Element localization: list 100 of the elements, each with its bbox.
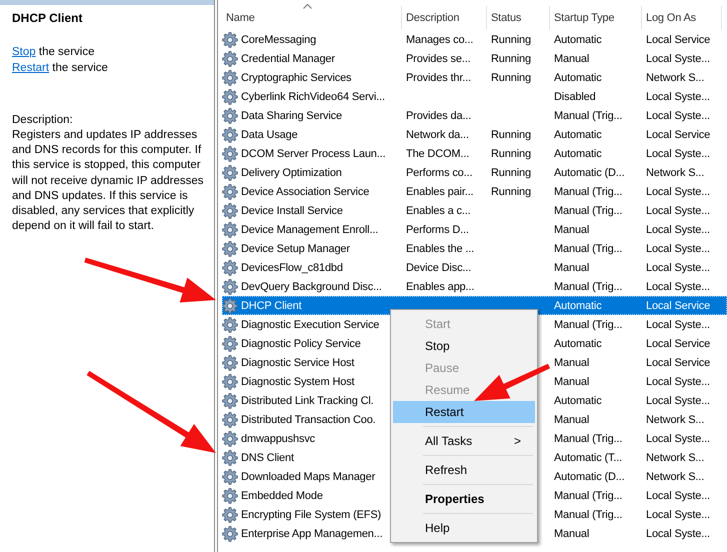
log-on-as: Network S... xyxy=(646,166,704,178)
service-name[interactable]: Device Association Service xyxy=(241,186,370,198)
log-on-as: Local Service xyxy=(646,356,710,368)
startup-type: Manual xyxy=(554,376,590,388)
gear-icon xyxy=(222,146,238,162)
gear-icon xyxy=(222,70,238,86)
gear-icon xyxy=(222,126,238,142)
service-status: Running xyxy=(491,148,531,160)
service-name[interactable]: Device Setup Manager xyxy=(241,242,350,254)
log-on-as: Local Syste... xyxy=(646,242,710,254)
log-on-as: Local Service xyxy=(646,338,710,350)
gear-icon xyxy=(222,392,238,408)
log-on-as: Network S... xyxy=(646,470,704,482)
service-description: Performs co... xyxy=(406,166,472,178)
service-name[interactable]: Embedded Mode xyxy=(241,490,323,502)
service-name[interactable]: Encrypting File System (EFS) xyxy=(241,508,382,520)
column-header[interactable]: Status xyxy=(487,6,550,30)
startup-type: Manual xyxy=(554,414,590,426)
gear-icon xyxy=(222,50,238,66)
startup-type: Manual xyxy=(554,262,590,274)
service-name[interactable]: Device Management Enroll... xyxy=(241,224,378,236)
restart-link[interactable]: Restart xyxy=(12,62,50,74)
service-name[interactable]: Cyberlink RichVideo64 Servi... xyxy=(241,90,385,102)
service-name[interactable]: Diagnostic Service Host xyxy=(241,356,354,368)
service-description: Network da... xyxy=(406,128,469,140)
startup-type: Automatic (D... xyxy=(554,470,624,482)
column-header[interactable]: Name xyxy=(222,6,402,30)
gear-icon xyxy=(222,108,238,124)
action-sentence: Stop the service xyxy=(12,45,96,60)
gear-icon xyxy=(222,260,238,276)
service-name[interactable]: DNS Client xyxy=(241,452,294,464)
menu-item[interactable]: Restart xyxy=(393,401,535,423)
log-on-as: Local Service xyxy=(646,34,710,46)
startup-type: Manual (Trig... xyxy=(554,204,622,216)
description-text: Registers and updates IP addresses and DNS records for this computer. If this service is stopped, this computer will not receive dynamic IP addresses and DNS updates. If this service is disabled, any services that explicitly depend on it will fail to start. xyxy=(12,128,205,234)
startup-type: Automatic xyxy=(554,34,602,46)
startup-type: Automatic xyxy=(554,72,602,84)
gear-icon xyxy=(222,450,238,466)
gear-icon xyxy=(222,374,238,390)
startup-type: Automatic xyxy=(554,394,602,406)
service-name[interactable]: Distributed Link Tracking Cl. xyxy=(241,394,374,406)
log-on-as: Network S... xyxy=(646,72,704,84)
log-on-as: Local Syste... xyxy=(646,262,710,274)
log-on-as: Local Syste... xyxy=(646,186,710,198)
menu-item[interactable]: Refresh xyxy=(393,459,535,481)
service-name[interactable]: Delivery Optimization xyxy=(241,166,342,178)
service-name[interactable]: Device Install Service xyxy=(241,204,343,216)
startup-type: Manual (Trig... xyxy=(554,490,622,502)
gear-icon xyxy=(222,354,238,370)
service-name[interactable]: Diagnostic Policy Service xyxy=(241,338,361,350)
service-name[interactable]: Diagnostic Execution Service xyxy=(241,318,380,330)
service-name[interactable]: dmwappushsvc xyxy=(241,432,316,444)
service-status: Running xyxy=(491,72,531,84)
startup-type: Manual xyxy=(554,224,590,236)
startup-type: Automatic (D... xyxy=(554,166,624,178)
gear-icon xyxy=(222,32,238,48)
column-header[interactable]: Log On As xyxy=(642,6,722,30)
gear-icon xyxy=(222,202,238,218)
startup-type: Manual xyxy=(554,52,590,64)
menu-item[interactable]: Help xyxy=(393,517,535,539)
service-description: Enables pair... xyxy=(406,186,474,198)
service-name[interactable]: Credential Manager xyxy=(241,52,335,64)
service-status: Running xyxy=(491,128,531,140)
log-on-as: Local Syste... xyxy=(646,90,710,102)
log-on-as: Network S... xyxy=(646,414,704,426)
column-header[interactable]: Description xyxy=(402,6,487,30)
service-name[interactable]: DevQuery Background Disc... xyxy=(241,280,382,292)
service-description: Provides thr... xyxy=(406,72,472,84)
service-status: Running xyxy=(491,34,531,46)
startup-type: Automatic xyxy=(554,148,602,160)
service-description: Enables a c... xyxy=(406,204,471,216)
menu-item[interactable]: Stop xyxy=(393,335,535,357)
service-name[interactable]: Downloaded Maps Manager xyxy=(241,470,376,482)
service-name[interactable]: Data Usage xyxy=(241,128,298,140)
service-name[interactable]: CoreMessaging xyxy=(241,34,316,46)
service-description: Manages co... xyxy=(406,34,474,46)
menu-item[interactable]: Properties xyxy=(393,488,535,510)
gear-icon xyxy=(222,412,238,428)
column-header[interactable]: Startup Type xyxy=(550,6,642,30)
startup-type: Manual xyxy=(554,528,590,540)
service-name[interactable]: DCOM Server Process Laun... xyxy=(241,148,386,160)
startup-type: Automatic xyxy=(554,300,602,312)
sort-caret-icon xyxy=(303,3,312,9)
gear-icon xyxy=(222,316,238,332)
log-on-as: Local Syste... xyxy=(646,528,710,540)
service-name[interactable]: Cryptographic Services xyxy=(241,72,352,84)
menu-item[interactable]: All Tasks > xyxy=(393,430,535,452)
service-description: Performs D... xyxy=(406,224,469,236)
log-on-as: Local Service xyxy=(646,128,710,140)
service-name[interactable]: DevicesFlow_c81dbd xyxy=(241,262,343,274)
service-name[interactable]: Enterprise App Managemen... xyxy=(241,528,382,540)
service-name[interactable]: Data Sharing Service xyxy=(241,110,342,122)
service-name[interactable]: DHCP Client xyxy=(241,300,302,312)
service-status: Running xyxy=(491,166,531,178)
log-on-as: Local Syste... xyxy=(646,52,710,64)
startup-type: Automatic xyxy=(554,338,602,350)
service-name[interactable]: Distributed Transaction Coo. xyxy=(241,414,376,426)
service-name[interactable]: Diagnostic System Host xyxy=(241,376,354,388)
stop-link[interactable]: Stop xyxy=(12,46,36,58)
submenu-arrow: > xyxy=(514,434,521,448)
